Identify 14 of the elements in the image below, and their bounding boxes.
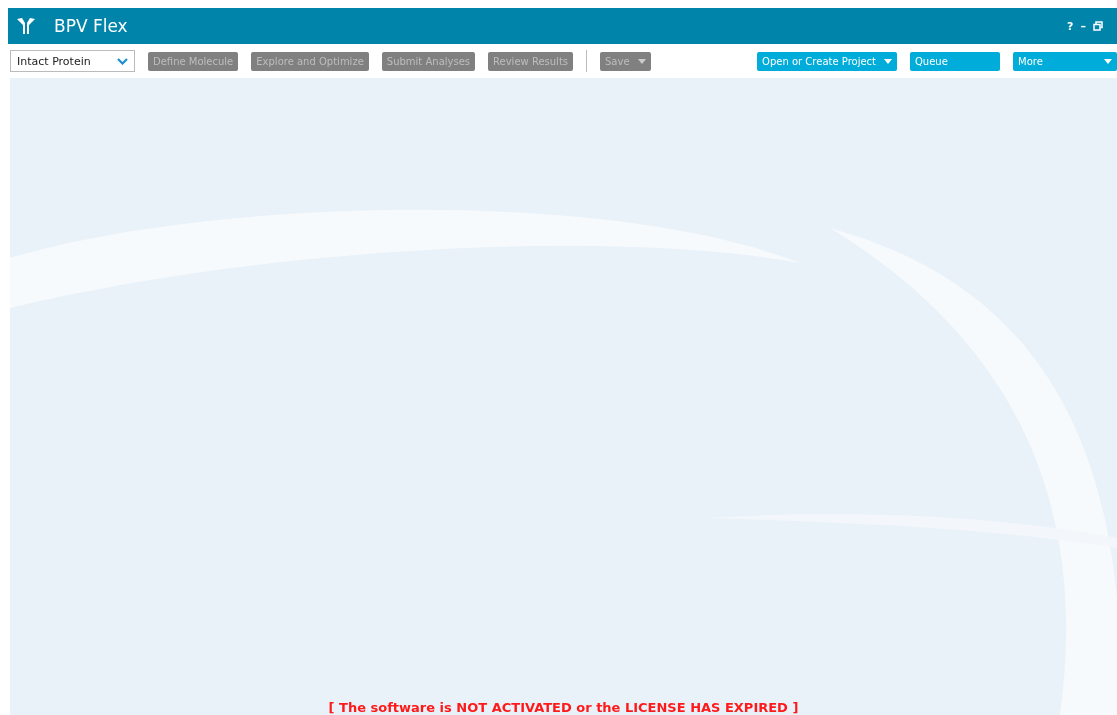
caret-icon	[637, 58, 646, 64]
license-warning: [ The software is NOT ACTIVATED or the LICENSE HAS EXPIRED ]	[328, 700, 799, 715]
toolbar-button[interactable]: Open or Create Project	[757, 51, 897, 71]
toolbar-button[interactable]: Queue	[910, 51, 1000, 71]
window-control[interactable]: –	[1080, 19, 1086, 33]
chevron-icon	[117, 57, 128, 65]
caret-icon	[884, 58, 892, 64]
workflow-dropdown[interactable]: Intact Protein	[10, 50, 135, 72]
toolbar-button[interactable]: More	[1013, 51, 1117, 71]
caret-icon	[1104, 58, 1112, 64]
window-title: BPV Flex	[54, 16, 128, 36]
antibody-icon	[16, 17, 36, 35]
restore-icon[interactable]	[1093, 21, 1103, 31]
window-control[interactable]: ?	[1067, 19, 1074, 33]
